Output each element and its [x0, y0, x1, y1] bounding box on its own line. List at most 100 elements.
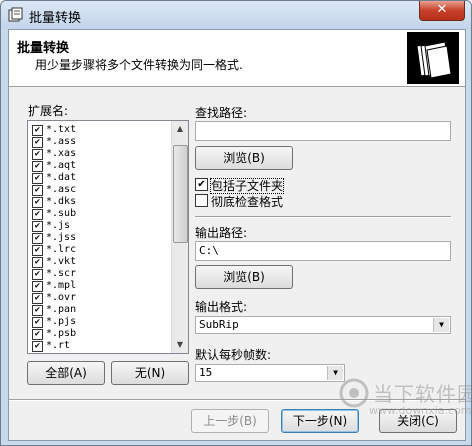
checkbox-icon[interactable]: ✔ — [32, 173, 43, 184]
scroll-down-icon[interactable]: ▼ — [172, 337, 188, 353]
list-item[interactable]: ✔ *.txt — [32, 124, 76, 136]
list-item[interactable]: ✔ *.psb — [32, 328, 76, 340]
main-window: 批量转换 ✕ 批量转换 用少量步骤将多个文件转换为同一格式. 扩展名: ✔ *.t… — [0, 0, 472, 446]
list-item[interactable]: ✔ *.ovr — [32, 292, 76, 304]
folder-stack-icon — [407, 32, 459, 84]
checkbox-icon[interactable]: ✔ — [32, 281, 43, 292]
list-item-label: *.vkt — [46, 256, 77, 267]
checkbox-icon[interactable]: ✔ — [32, 245, 43, 256]
list-item-label: *.scr — [46, 268, 77, 279]
header-subtitle: 用少量步骤将多个文件转换为同一格式. — [35, 58, 243, 72]
list-item-label: *.aqt — [46, 160, 77, 171]
include-subfolders-label: 包括子文件夹 — [209, 178, 285, 194]
output-path-input[interactable]: C:\ — [195, 241, 451, 261]
select-all-button[interactable]: 全部(A) — [27, 361, 105, 385]
list-item-label: *.psb — [46, 328, 77, 339]
thorough-check-check-icon — [195, 194, 208, 207]
list-item-label: *.dks — [46, 196, 77, 207]
list-item[interactable]: ✔ *.jss — [32, 232, 76, 244]
extensions-list[interactable]: ✔ *.txt ✔ *.ass ✔ *.xas ✔ *.aqt ✔ *.dat ✔ *.asc ✔ *.d… — [27, 120, 189, 354]
list-item-label: *.jss — [46, 232, 77, 243]
watermark-url: www.downxia.com — [369, 404, 472, 417]
checkbox-icon[interactable]: ✔ — [32, 257, 43, 268]
checkbox-icon[interactable]: ✔ — [32, 233, 43, 244]
list-item-label: *.lrc — [46, 244, 77, 255]
app-icon — [8, 7, 23, 22]
list-item-label: *.pjs — [46, 316, 77, 327]
search-browse-button[interactable]: 浏览(B) — [195, 146, 293, 170]
list-item[interactable]: ✔ *.aqt — [32, 160, 76, 172]
checkbox-icon[interactable]: ✔ — [32, 221, 43, 232]
include-subfolders-checkbox[interactable]: ✔ 包括子文件夹 — [195, 177, 285, 194]
thorough-check-label: 彻底检查格式 — [211, 195, 284, 209]
search-path-label: 查找路径: — [195, 106, 248, 120]
scroll-up-icon[interactable]: ▲ — [172, 121, 188, 137]
list-item-label: *.mpl — [46, 280, 77, 291]
search-path-input[interactable] — [195, 121, 451, 141]
checkbox-icon[interactable]: ✔ — [32, 197, 43, 208]
scroll-thumb[interactable] — [173, 145, 188, 243]
list-item[interactable]: ✔ *.mpl — [32, 280, 76, 292]
checkbox-icon[interactable]: ✔ — [32, 269, 43, 280]
list-item-label: *.sub — [46, 208, 77, 219]
list-item[interactable]: ✔ *.xas — [32, 148, 76, 160]
output-browse-button[interactable]: 浏览(B) — [195, 265, 293, 289]
select-none-button[interactable]: 无(N) — [111, 361, 189, 385]
output-format-label: 输出格式: — [195, 300, 248, 314]
list-item[interactable]: ✔ *.ass — [32, 136, 76, 148]
watermark-text: 当下软件园 — [373, 382, 472, 406]
fps-label: 默认每秒帧数: — [195, 348, 272, 362]
close-window-button[interactable]: ✕ — [419, 1, 465, 21]
checkbox-icon[interactable]: ✔ — [32, 329, 43, 340]
list-item[interactable]: ✔ *.lrc — [32, 244, 76, 256]
watermark: 当下软件园 www.downxia.com — [339, 376, 472, 428]
list-item[interactable]: ✔ *.rt — [32, 340, 70, 352]
window-title: 批量转换 — [29, 11, 82, 26]
output-format-value: SubRip — [199, 318, 239, 331]
list-item[interactable]: ✔ *.scr — [32, 268, 76, 280]
checkbox-icon[interactable]: ✔ — [32, 293, 43, 304]
checkbox-icon[interactable]: ✔ — [32, 185, 43, 196]
checkbox-icon[interactable]: ✔ — [32, 149, 43, 160]
list-item[interactable]: ✔ *.js — [32, 220, 70, 232]
list-item-label: *.rt — [46, 340, 71, 351]
checkbox-icon[interactable]: ✔ — [32, 161, 43, 172]
list-item[interactable]: ✔ *.dks — [32, 196, 76, 208]
checkbox-icon[interactable]: ✔ — [32, 305, 43, 316]
list-item[interactable]: ✔ *.vkt — [32, 256, 76, 268]
divider — [195, 216, 451, 218]
fps-value: 15 — [199, 366, 213, 379]
list-item[interactable]: ✔ *.sub — [32, 208, 76, 220]
checkbox-icon[interactable]: ✔ — [32, 137, 43, 148]
list-item-label: *.pan — [46, 304, 77, 315]
list-item[interactable]: ✔ *.asc — [32, 184, 76, 196]
fps-select[interactable]: 15 ▼ — [195, 364, 345, 382]
title-bar[interactable]: 批量转换 ✕ — [1, 1, 471, 29]
list-item-label: *.js — [46, 220, 71, 231]
list-item[interactable]: ✔ *.pan — [32, 304, 76, 316]
list-item-label: *.xas — [46, 148, 77, 159]
output-path-label: 输出路径: — [195, 226, 248, 240]
header-title: 批量转换 — [17, 41, 70, 56]
thorough-check-checkbox[interactable]: 彻底检查格式 — [195, 193, 283, 210]
back-button[interactable]: 上一步(B) — [191, 409, 269, 433]
include-subfolders-check-icon: ✔ — [195, 178, 208, 191]
list-item-label: *.ass — [46, 136, 77, 147]
output-format-select[interactable]: SubRip ▼ — [195, 316, 451, 334]
wizard-header: 批量转换 用少量步骤将多个文件转换为同一格式. — [9, 30, 465, 87]
list-item-label: *.asc — [46, 184, 77, 195]
checkbox-icon[interactable]: ✔ — [32, 209, 43, 220]
list-item[interactable]: ✔ *.dat — [32, 172, 76, 184]
list-item[interactable]: ✔ *.pjs — [32, 316, 76, 328]
close-icon: ✕ — [436, 2, 448, 17]
list-item-label: *.ovr — [46, 292, 77, 303]
checkbox-icon[interactable]: ✔ — [32, 125, 43, 136]
extensions-label: 扩展名: — [28, 104, 69, 118]
checkbox-icon[interactable]: ✔ — [32, 341, 43, 352]
list-item-label: *.txt — [46, 124, 77, 135]
watermark-logo-icon — [339, 378, 369, 408]
checkbox-icon[interactable]: ✔ — [32, 317, 43, 328]
extensions-scrollbar[interactable]: ▲ ▼ — [171, 121, 188, 353]
list-item-label: *.dat — [46, 172, 77, 183]
chevron-down-icon[interactable]: ▼ — [433, 318, 449, 332]
